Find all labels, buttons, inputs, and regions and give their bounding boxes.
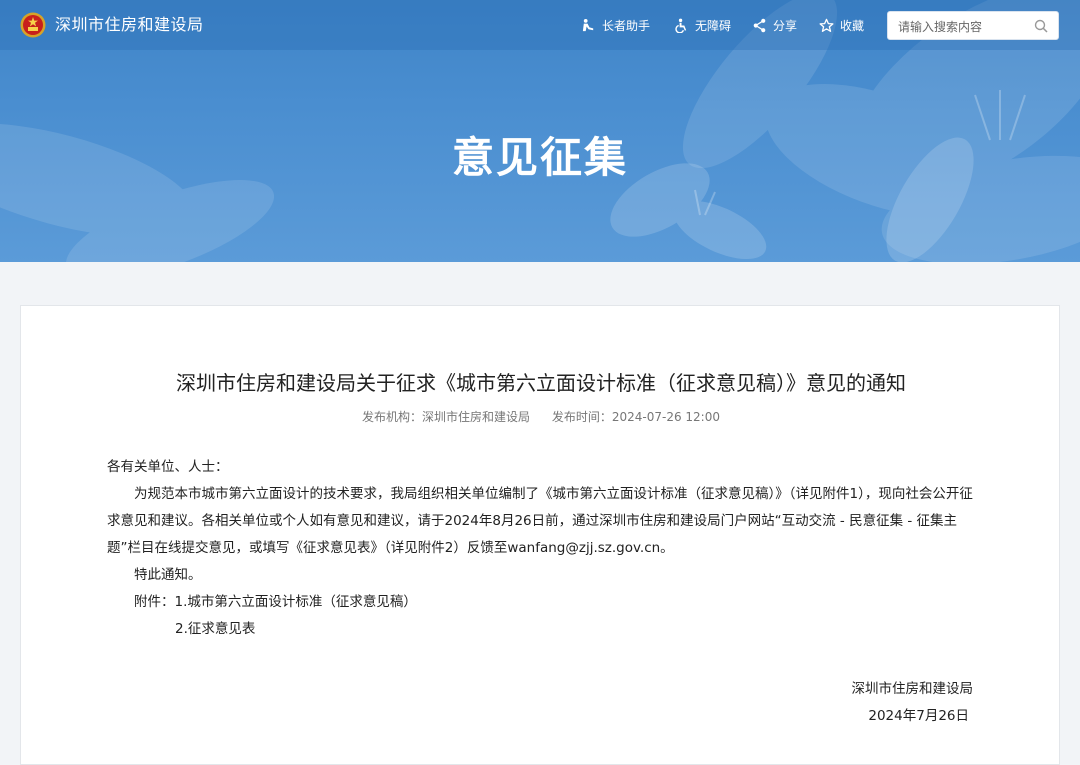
publisher-info: 发布机构：深圳市住房和建设局: [361, 410, 531, 424]
accessibility-label: 无障碍: [695, 18, 732, 33]
closing-notice: 特此通知。: [134, 567, 202, 583]
signature-date: 2024年7月26日: [868, 708, 969, 724]
banner: 深圳市住房和建设局 长者助手 无障碍 分享 收藏 请输入搜索内容 意见征集: [0, 0, 1080, 262]
attachment-link-2[interactable]: 2.征求意见表: [175, 621, 255, 637]
article-body: 各有关单位、人士： 为规范本市城市第六立面设计的技术要求，我局组织相关单位编制了…: [107, 454, 977, 643]
search-icon[interactable]: [1034, 19, 1048, 33]
article-meta: 发布机构：深圳市住房和建设局 发布时间：2024-07-26 12:00: [21, 408, 1061, 426]
favorite-label: 收藏: [840, 18, 865, 33]
attachment-2: 2.征求意见表: [107, 616, 977, 643]
attachment-link-1[interactable]: 1.城市第六立面设计标准（征求意见稿）: [175, 594, 417, 610]
site-name[interactable]: 深圳市住房和建设局: [55, 13, 204, 37]
signature: 深圳市住房和建设局: [851, 681, 974, 697]
search-box: [887, 11, 1059, 40]
accessibility-button[interactable]: 无障碍: [674, 14, 731, 36]
share-button[interactable]: 分享: [752, 14, 797, 36]
favorite-button[interactable]: 收藏: [819, 14, 864, 36]
share-icon: [753, 18, 766, 32]
elderly-helper-icon: [582, 18, 594, 31]
body-paragraph: 为规范本市城市第六立面设计的技术要求，我局组织相关单位编制了《城市第六立面设计标…: [107, 486, 973, 556]
banner-title: 意见征集: [451, 133, 628, 182]
share-label: 分享: [773, 18, 798, 33]
search-input[interactable]: [896, 17, 1035, 37]
publish-time-info: 发布时间：2024-07-26 12:00: [551, 410, 720, 424]
elderly-helper-label: 长者助手: [602, 18, 651, 33]
national-emblem-icon: [20, 12, 46, 38]
article-title: 深圳市住房和建设局关于征求《城市第六立面设计标准（征求意见稿）》意见的通知: [176, 371, 906, 395]
star-icon: [819, 18, 834, 32]
article-card: 深圳市住房和建设局关于征求《城市第六立面设计标准（征求意见稿）》意见的通知 发布…: [20, 305, 1060, 765]
elderly-helper-button[interactable]: 长者助手: [581, 14, 650, 36]
attachment-1: 附件：1.城市第六立面设计标准（征求意见稿）: [107, 589, 977, 616]
accessibility-icon: [675, 18, 687, 33]
salutation: 各有关单位、人士：: [107, 459, 229, 475]
attachments-label: 附件：: [134, 594, 175, 610]
